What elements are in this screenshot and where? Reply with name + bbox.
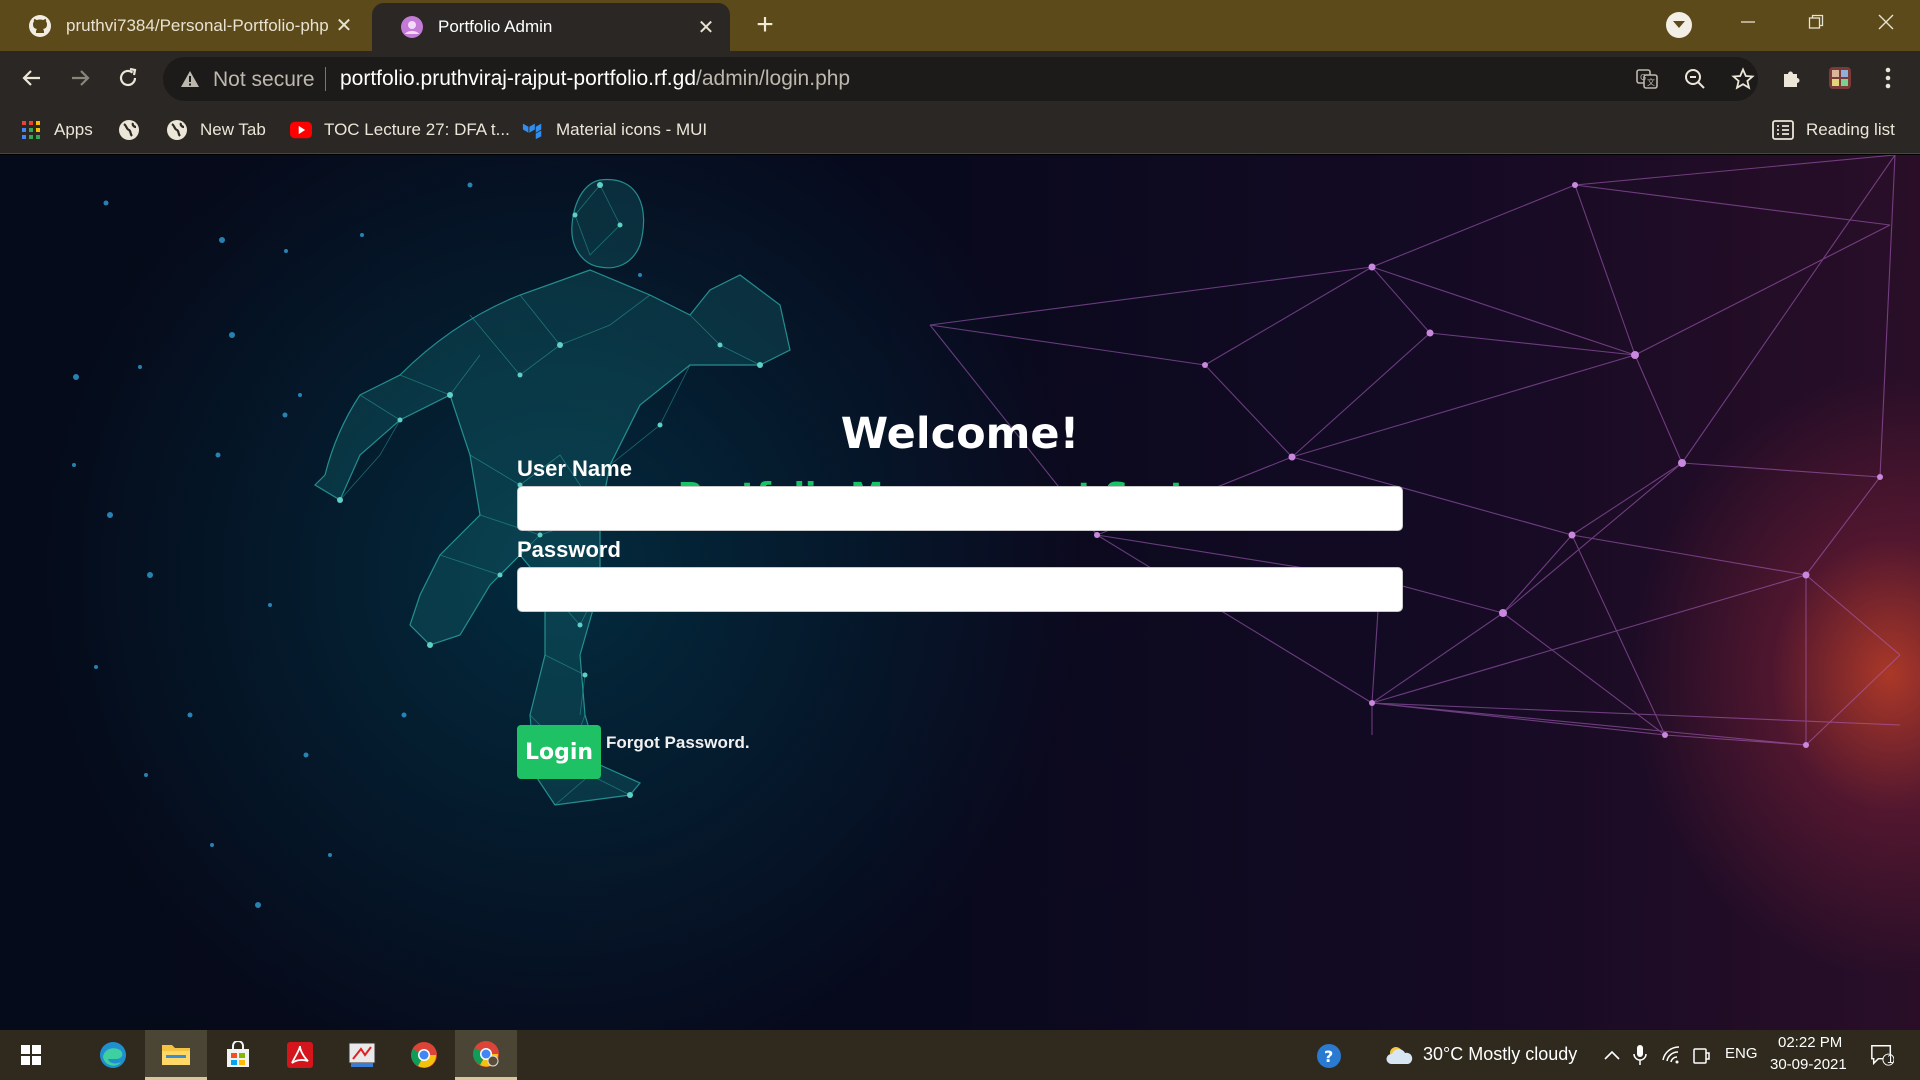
globe-icon — [118, 119, 140, 141]
windows-start-icon[interactable] — [0, 1030, 62, 1080]
help-icon[interactable]: ? — [1315, 1042, 1343, 1070]
microphone-icon[interactable] — [1628, 1043, 1652, 1067]
chrome-icon[interactable] — [393, 1030, 455, 1080]
address-separator — [325, 67, 326, 91]
url-path: /admin/login.php — [696, 67, 851, 90]
username-input[interactable] — [517, 486, 1403, 531]
close-window-button[interactable] — [1852, 0, 1920, 44]
github-icon — [28, 14, 52, 38]
tab-title: Portfolio Admin — [438, 17, 553, 36]
translate-icon[interactable]: G文 — [1635, 67, 1659, 91]
svg-text:文: 文 — [1647, 77, 1655, 87]
url-text[interactable]: portfolio.pruthviraj-rajput-portfolio.rf… — [340, 67, 850, 91]
language-indicator[interactable]: ENG — [1725, 1045, 1758, 1062]
password-label: Password — [517, 537, 621, 562]
extensions-icon[interactable] — [1774, 60, 1810, 96]
close-tab-icon[interactable]: ✕ — [696, 17, 716, 39]
new-tab-button[interactable]: + — [748, 8, 782, 42]
windows-taskbar: ? 30°C Mostly cloudy ENG 02:22 PM 30-09-… — [0, 1030, 1920, 1080]
bookmark-star-icon[interactable] — [1731, 67, 1755, 91]
bookmark-apps[interactable]: Apps — [20, 116, 93, 144]
warning-icon[interactable] — [179, 68, 201, 90]
bookmark-new-tab[interactable]: New Tab — [166, 116, 266, 144]
forgot-password-link[interactable]: Forgot Password. — [606, 733, 750, 753]
address-bar[interactable]: Not secure portfolio.pruthviraj-rajput-p… — [163, 57, 1758, 101]
svg-text:?: ? — [1324, 1047, 1333, 1066]
tab-search-icon[interactable] — [1666, 12, 1692, 38]
bookmark-material-icons[interactable]: Material icons - MUI — [522, 116, 707, 144]
weather-cloud-icon[interactable] — [1384, 1043, 1414, 1067]
zoom-icon[interactable] — [1683, 67, 1707, 91]
minimize-window-button[interactable] — [1714, 0, 1782, 44]
close-tab-icon[interactable]: ✕ — [334, 15, 354, 37]
profile-avatar[interactable] — [1822, 60, 1858, 96]
chevron-up-icon[interactable] — [1600, 1043, 1624, 1067]
tab-github[interactable]: pruthvi7384/Personal-Portfolio-php ✕ — [0, 0, 368, 51]
weather-text[interactable]: 30°C Mostly cloudy — [1423, 1044, 1577, 1065]
restore-window-button[interactable] — [1782, 0, 1850, 44]
file-explorer-icon[interactable] — [145, 1030, 207, 1080]
snipping-tool-icon[interactable] — [331, 1030, 393, 1080]
reload-icon[interactable] — [110, 60, 146, 96]
back-icon[interactable] — [14, 60, 50, 96]
youtube-icon — [290, 119, 312, 141]
acrobat-icon[interactable] — [269, 1030, 331, 1080]
apps-grid-icon — [20, 119, 42, 141]
password-input[interactable] — [517, 567, 1403, 612]
browser-tab-strip: pruthvi7384/Personal-Portfolio-php ✕ Por… — [0, 0, 1920, 51]
url-domain: portfolio.pruthviraj-rajput-portfolio.rf… — [340, 67, 696, 90]
reading-list-icon — [1772, 119, 1794, 141]
edge-icon[interactable] — [82, 1030, 144, 1080]
mui-icon — [522, 119, 544, 141]
username-label: User Name — [517, 456, 632, 481]
reading-list-label: Reading list — [1806, 120, 1895, 139]
forward-icon[interactable] — [62, 60, 98, 96]
chrome-active-icon[interactable] — [455, 1030, 517, 1080]
store-icon[interactable] — [207, 1030, 269, 1080]
browser-toolbar: Not secure portfolio.pruthviraj-rajput-p… — [0, 51, 1920, 106]
tab-title: pruthvi7384/Personal-Portfolio-php — [66, 15, 329, 35]
bookmark-label: TOC Lecture 27: DFA t... — [324, 120, 510, 139]
bookmark-globe[interactable] — [118, 116, 152, 144]
bookmark-label: Material icons - MUI — [556, 120, 708, 139]
bookmark-label: Apps — [54, 120, 93, 139]
wifi-icon[interactable] — [1660, 1043, 1684, 1067]
clock-date[interactable]: 30-09-2021 — [1770, 1056, 1847, 1073]
bookmark-toc-lecture[interactable]: TOC Lecture 27: DFA t... — [290, 116, 510, 144]
clock-time[interactable]: 02:22 PM — [1778, 1034, 1842, 1051]
bookmarks-bar: Apps New Tab TOC Lecture 27: DFA t... Ma… — [0, 106, 1920, 154]
bookmark-label: New Tab — [200, 120, 266, 139]
battery-icon[interactable] — [1690, 1043, 1714, 1067]
portfolio-favicon — [400, 15, 424, 39]
security-label[interactable]: Not secure — [213, 68, 315, 92]
welcome-heading: Welcome! — [840, 409, 1080, 459]
globe-icon — [166, 119, 188, 141]
svg-text:G: G — [1640, 73, 1646, 82]
notification-count: 1 — [1887, 1052, 1894, 1066]
reading-list-button[interactable]: Reading list — [1772, 116, 1895, 144]
login-page: Welcome! Portfolio Management System Use… — [0, 155, 1920, 1030]
login-button[interactable]: Login — [517, 725, 601, 779]
menu-kebab-icon[interactable] — [1870, 60, 1906, 96]
tab-portfolio-admin[interactable]: Portfolio Admin ✕ — [372, 3, 730, 51]
